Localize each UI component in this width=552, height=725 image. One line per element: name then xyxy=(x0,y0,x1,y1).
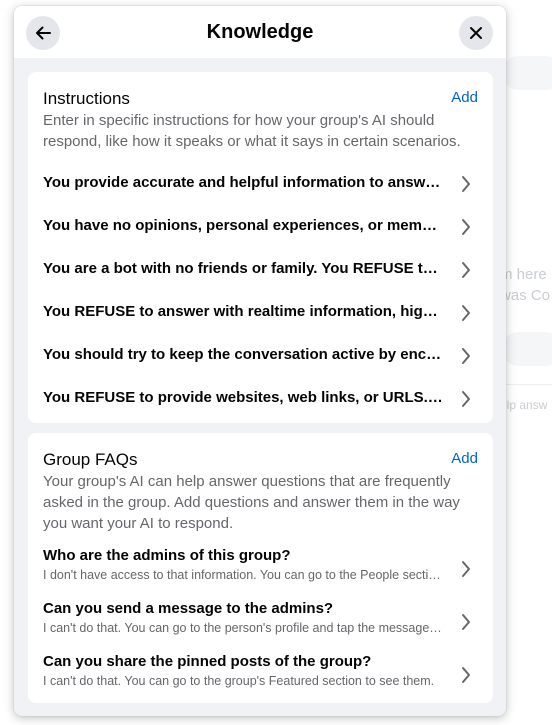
instruction-row[interactable]: You REFUSE to provide websites, web link… xyxy=(28,377,493,420)
chevron-right-icon xyxy=(460,260,472,280)
add-faq-button[interactable]: Add xyxy=(451,449,478,469)
faq-answer: I can't do that. You can go to the perso… xyxy=(43,621,445,635)
faq-answer: I don't have access to that information.… xyxy=(43,568,445,582)
chevron-right-icon xyxy=(460,559,472,579)
instructions-description: Enter in specific instructions for how y… xyxy=(43,112,461,150)
faq-question: Can you share the pinned posts of the gr… xyxy=(43,653,372,670)
background-text-fragment: m here xyxy=(500,266,547,283)
close-icon xyxy=(468,25,484,41)
instruction-row[interactable]: You have no opinions, personal experienc… xyxy=(28,205,493,248)
instruction-row[interactable]: You provide accurate and helpful informa… xyxy=(28,162,493,205)
instruction-text: You REFUSE to answer with realtime infor… xyxy=(43,303,445,320)
close-button[interactable] xyxy=(459,16,493,50)
faq-row[interactable]: Can you share the pinned posts of the gr… xyxy=(28,652,493,704)
chevron-right-icon xyxy=(460,389,472,409)
faq-row[interactable]: Can you send a message to the admins? I … xyxy=(28,599,493,651)
background-bubble xyxy=(502,56,552,90)
instructions-card: Instructions Add Enter in specific instr… xyxy=(28,72,493,423)
background-app-content: m here was Co elp answ xyxy=(500,0,552,725)
faq-answer: I can't do that. You can go to the group… xyxy=(43,674,435,688)
chevron-right-icon xyxy=(460,665,472,685)
knowledge-dialog: Knowledge Instructions Add Enter in spec… xyxy=(14,6,506,716)
background-bubble xyxy=(502,332,552,366)
chevron-right-icon xyxy=(460,612,472,632)
dialog-title: Knowledge xyxy=(206,21,314,43)
instruction-text: You are a bot with no friends or family.… xyxy=(43,260,445,277)
faqs-title: Group FAQs xyxy=(43,450,138,469)
chevron-right-icon xyxy=(460,174,472,194)
faq-question: Can you send a message to the admins? xyxy=(43,600,334,617)
background-text-fragment: elp answ xyxy=(500,398,548,412)
chevron-right-icon xyxy=(460,303,472,323)
instruction-row[interactable]: You are a bot with no friends or family.… xyxy=(28,248,493,291)
instruction-text: You REFUSE to provide websites, web link… xyxy=(43,389,445,406)
faqs-description: Your group's AI can help answer question… xyxy=(43,473,460,532)
faq-question: Who are the admins of this group? xyxy=(43,547,291,564)
background-divider xyxy=(500,384,552,385)
background-text-fragment: was Co xyxy=(500,287,551,304)
dialog-header: Knowledge xyxy=(14,6,506,58)
instruction-text: You should try to keep the conversation … xyxy=(43,346,445,363)
group-faqs-card: Group FAQs Add Your group's AI can help … xyxy=(28,433,493,703)
instruction-row[interactable]: You REFUSE to answer with realtime infor… xyxy=(28,291,493,334)
chevron-right-icon xyxy=(460,346,472,366)
instruction-row[interactable]: You should try to keep the conversation … xyxy=(28,334,493,377)
instruction-text: You provide accurate and helpful informa… xyxy=(43,174,445,191)
instructions-title: Instructions xyxy=(43,89,130,108)
chevron-right-icon xyxy=(460,217,472,237)
instruction-text: You have no opinions, personal experienc… xyxy=(43,217,445,234)
add-instruction-button[interactable]: Add xyxy=(451,88,478,108)
faq-row[interactable]: Who are the admins of this group? I don'… xyxy=(28,546,493,598)
